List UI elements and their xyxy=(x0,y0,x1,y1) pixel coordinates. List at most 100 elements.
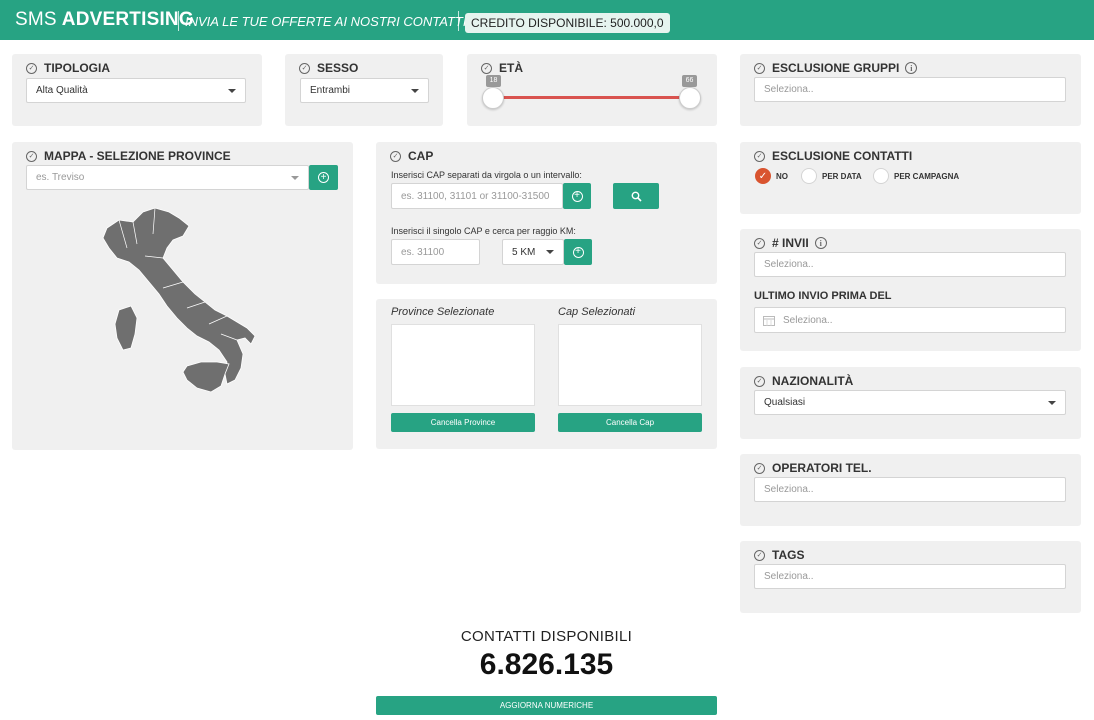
placeholder-text: es. 31100 xyxy=(401,246,445,258)
radio-per-data[interactable] xyxy=(801,168,817,184)
placeholder-text: Seleziona.. xyxy=(764,259,814,270)
cap-title: CAP xyxy=(408,149,434,163)
eta-title: ETÀ xyxy=(499,61,523,75)
province-search-input[interactable]: es. Treviso xyxy=(26,165,309,190)
check-circle-icon: ✓ xyxy=(26,62,37,74)
check-circle-icon: ✓ xyxy=(481,62,492,74)
nazionalita-select[interactable]: Qualsiasi xyxy=(754,390,1066,415)
panel-mappa: ✓ MAPPA - SELEZIONE PROVINCE es. Treviso… xyxy=(12,142,353,450)
cap-multi-input[interactable]: es. 31100, 31101 or 31100-31500 xyxy=(391,183,563,209)
cancella-cap-button[interactable]: Cancella Cap xyxy=(558,413,702,432)
panel-esclusione-gruppi: ✓ ESCLUSIONE GRUPPI i Seleziona.. xyxy=(740,54,1081,126)
cap-single-input[interactable]: es. 31100 xyxy=(391,239,480,265)
search-cap-button[interactable] xyxy=(613,183,659,209)
panel-invii: ✓ # INVII i Seleziona.. ULTIMO INVIO PRI… xyxy=(740,229,1081,351)
caret-down-icon xyxy=(411,88,419,93)
cap-selezionati-list[interactable] xyxy=(558,324,702,406)
placeholder-text: Seleziona.. xyxy=(764,484,814,495)
radio-per-data-label: PER DATA xyxy=(822,172,862,181)
panel-tags: ✓ TAGS Seleziona.. xyxy=(740,541,1081,613)
plus-circle-icon: + xyxy=(318,172,329,183)
info-icon[interactable]: i xyxy=(814,237,827,249)
check-circle-icon: ✓ xyxy=(754,62,765,74)
operatori-input[interactable]: Seleziona.. xyxy=(754,477,1066,502)
radio-no[interactable]: ✓ xyxy=(755,168,771,184)
nazionalita-value: Qualsiasi xyxy=(764,397,806,408)
tipologia-title: TIPOLOGIA xyxy=(44,61,110,75)
cap-multi-label: Inserisci CAP separati da virgola o un i… xyxy=(391,170,582,180)
panel-title: ✓ CAP xyxy=(390,149,433,163)
caret-down-icon xyxy=(546,250,554,254)
check-circle-icon: ✓ xyxy=(754,150,765,162)
esclusione-gruppi-input[interactable]: Seleziona.. xyxy=(754,77,1066,102)
sesso-select[interactable]: Entrambi xyxy=(300,78,429,103)
panel-cap: ✓ CAP Inserisci CAP separati da virgola … xyxy=(376,142,717,284)
panel-title: ✓ ETÀ xyxy=(481,61,523,75)
check-circle-icon: ✓ xyxy=(754,462,765,474)
placeholder-text: Seleziona.. xyxy=(764,571,814,582)
province-selezionate-list[interactable] xyxy=(391,324,535,406)
ultimo-invio-date-input[interactable]: Seleziona.. xyxy=(754,307,1066,333)
sicily xyxy=(182,361,230,393)
tipologia-value: Alta Qualità xyxy=(36,85,88,96)
check-circle-icon: ✓ xyxy=(754,237,765,249)
check-circle-icon: ✓ xyxy=(26,150,37,162)
sesso-title: SESSO xyxy=(317,61,359,75)
plus-circle-icon: + xyxy=(571,190,583,202)
slider-max-label: 66 xyxy=(682,75,697,87)
panel-selezioni: Province Selezionate Cap Selezionati Can… xyxy=(376,299,717,449)
italy-map[interactable] xyxy=(97,204,262,399)
placeholder-text: es. Treviso xyxy=(36,172,85,183)
panel-title: ✓ TAGS xyxy=(754,548,804,562)
aggiorna-numeriche-button[interactable]: AGGIORNA NUMERICHE xyxy=(376,696,717,715)
panel-tipologia: ✓ TIPOLOGIA Alta Qualità xyxy=(12,54,262,126)
brand-logo: SMS ADVERTISING xyxy=(15,9,194,31)
eta-slider-min-handle[interactable] xyxy=(482,87,504,109)
placeholder-text: Seleziona.. xyxy=(764,84,814,95)
add-radius-button[interactable]: + xyxy=(564,239,592,265)
panel-title: ✓ SESSO xyxy=(299,61,358,75)
panel-title: ✓ MAPPA - SELEZIONE PROVINCE xyxy=(26,149,231,163)
credit-badge: CREDITO DISPONIBILE: 500.000,0 xyxy=(465,13,670,33)
radio-per-campagna[interactable] xyxy=(873,168,889,184)
info-icon[interactable]: i xyxy=(905,62,918,74)
eta-slider-max-handle[interactable] xyxy=(679,87,701,109)
tags-input[interactable]: Seleziona.. xyxy=(754,564,1066,589)
panel-title: ✓ # INVII i xyxy=(754,236,827,250)
eta-slider-track[interactable] xyxy=(493,96,691,99)
brand-light: SMS xyxy=(15,9,57,30)
brand-bold: ADVERTISING xyxy=(61,9,194,30)
contatti-disponibili-label: CONTATTI DISPONIBILI xyxy=(460,628,633,645)
panel-title: ✓ TIPOLOGIA xyxy=(26,61,110,75)
cap-selezionati-title: Cap Selezionati xyxy=(558,306,636,318)
tags-title: TAGS xyxy=(772,548,805,562)
add-cap-button[interactable]: + xyxy=(563,183,591,209)
esclusione-contatti-title: ESCLUSIONE CONTATTI xyxy=(772,149,913,163)
plus-circle-icon: + xyxy=(572,246,584,258)
top-bar: SMS ADVERTISING INVIA LE TUE OFFERTE AI N… xyxy=(0,0,1094,40)
cancella-province-button[interactable]: Cancella Province xyxy=(391,413,535,432)
province-selezionate-title: Province Selezionate xyxy=(391,306,495,318)
check-circle-icon: ✓ xyxy=(754,549,765,561)
header-tagline: INVIA LE TUE OFFERTE AI NOSTRI CONTATTI … xyxy=(185,14,499,29)
ultimo-invio-title: ULTIMO INVIO PRIMA DEL xyxy=(754,290,892,302)
radius-select[interactable]: 5 KM xyxy=(502,239,564,265)
panel-operatori: ✓ OPERATORI TEL. Seleziona.. xyxy=(740,454,1081,526)
placeholder-text: es. 31100, 31101 or 31100-31500 xyxy=(401,190,550,202)
nazionalita-title: NAZIONALITÀ xyxy=(772,374,854,388)
italy-mainland xyxy=(102,207,256,385)
panel-esclusione-contatti: ✓ ESCLUSIONE CONTATTI ✓ NO PER DATA PER … xyxy=(740,142,1081,214)
add-province-button[interactable]: + xyxy=(309,165,338,190)
search-icon xyxy=(631,191,642,202)
check-circle-icon: ✓ xyxy=(299,62,310,74)
operatori-title: OPERATORI TEL. xyxy=(772,461,872,475)
caret-down-icon xyxy=(1048,400,1056,405)
tipologia-select[interactable]: Alta Qualità xyxy=(26,78,246,103)
panel-title: ✓ NAZIONALITÀ xyxy=(754,374,853,388)
sesso-value: Entrambi xyxy=(310,85,351,96)
placeholder-text: Seleziona.. xyxy=(783,314,833,326)
panel-title: ✓ ESCLUSIONE GRUPPI i xyxy=(754,61,918,75)
invii-input[interactable]: Seleziona.. xyxy=(754,252,1066,277)
mappa-title: MAPPA - SELEZIONE PROVINCE xyxy=(44,149,231,163)
calendar-icon xyxy=(763,315,775,326)
